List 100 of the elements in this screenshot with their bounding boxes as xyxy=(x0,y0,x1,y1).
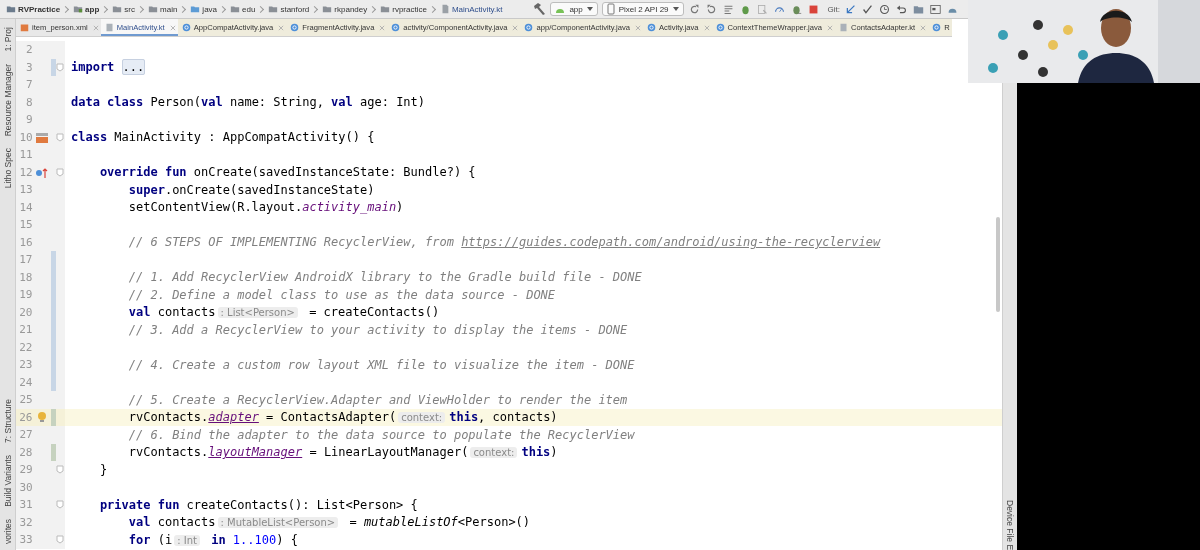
line-number: 24 xyxy=(18,375,33,389)
stop-icon[interactable] xyxy=(807,3,819,15)
close-icon[interactable] xyxy=(703,24,710,31)
folder-icon xyxy=(148,4,158,14)
code-line: rvContacts.adapter = ContactsAdapter( context: this, contacts) xyxy=(127,410,558,425)
breadcrumb-item[interactable]: stanford xyxy=(280,4,310,14)
line-number: 33 xyxy=(18,533,33,547)
window-icon[interactable] xyxy=(930,3,941,15)
code-line: class MainActivity : AppCompatActivity() { xyxy=(71,130,375,145)
folder-icon xyxy=(380,4,391,14)
code-line: private fun createContacts(): List<Person> { xyxy=(98,497,418,512)
clock-icon[interactable] xyxy=(879,3,890,15)
code-line: } xyxy=(98,462,108,477)
tool-window-button[interactable]: Build Variants xyxy=(2,455,13,507)
breadcrumb-item[interactable]: rvpractice xyxy=(392,4,427,14)
class-icon xyxy=(181,23,191,32)
tool-window-button[interactable]: Device File E xyxy=(1005,499,1015,550)
check-icon[interactable] xyxy=(862,3,873,15)
line-number: 15 xyxy=(18,218,33,232)
folder-icon xyxy=(230,4,241,14)
folder-icon[interactable] xyxy=(913,3,924,15)
close-icon[interactable] xyxy=(92,24,99,31)
scrollbar-thumb[interactable] xyxy=(996,217,1000,312)
line-number: 9 xyxy=(25,113,33,127)
tool-window-button[interactable]: Resource Manager xyxy=(2,63,13,136)
undo-icon[interactable] xyxy=(896,3,907,15)
line-number: 19 xyxy=(18,288,33,302)
bug-icon[interactable] xyxy=(739,3,751,15)
run-config-dropdown[interactable]: app xyxy=(550,2,598,16)
tool-window-button[interactable]: Litho Spec xyxy=(2,147,13,189)
line-number: 32 xyxy=(18,515,33,529)
close-icon[interactable] xyxy=(635,24,642,31)
breadcrumb-item[interactable]: edu xyxy=(242,4,256,14)
folder-icon xyxy=(73,4,84,14)
close-icon[interactable] xyxy=(169,24,176,31)
line-number: 8 xyxy=(25,95,33,109)
line-number: 17 xyxy=(18,253,33,267)
line-number: 16 xyxy=(18,235,33,249)
close-icon[interactable] xyxy=(512,24,519,31)
line-number: 22 xyxy=(18,340,33,354)
apply-changes-icon[interactable] xyxy=(705,3,717,15)
code-line: val contacts : MutableList<Person> = mutableListOf<Person>() xyxy=(127,515,531,530)
breadcrumb-item[interactable]: RVPractice xyxy=(18,4,61,14)
line-number: 11 xyxy=(18,148,33,162)
class-icon xyxy=(290,23,300,32)
close-icon[interactable] xyxy=(827,24,833,31)
line-number: 23 xyxy=(18,358,33,372)
class-icon xyxy=(932,23,942,32)
code-line: // 1. Add RecyclerView AndroidX library to the Gradle build file - DONE xyxy=(127,270,642,285)
code-line: import ... xyxy=(71,60,146,75)
tool-window-button[interactable]: 7: Structure xyxy=(2,399,13,444)
code-line: setContentView(R.layout.activity_main) xyxy=(127,200,404,215)
breadcrumb-item[interactable]: rkpandey xyxy=(334,4,368,14)
line-number: 25 xyxy=(18,393,33,407)
code-line: rvContacts.layoutManager = LinearLayoutManager( context: this) xyxy=(127,445,558,460)
tool-window-button[interactable]: vorites xyxy=(2,518,13,544)
line-number: 2 xyxy=(25,43,33,57)
close-icon[interactable] xyxy=(278,24,285,31)
caret-icon xyxy=(585,5,594,13)
kotlin-file-icon xyxy=(839,23,848,32)
line-number: 7 xyxy=(25,78,33,92)
git-label: Git: xyxy=(827,4,840,14)
code-line: super.onCreate(savedInstanceState) xyxy=(127,182,375,197)
code-line: // 5. Create a RecyclerView.Adapter and ViewHolder to render the item xyxy=(127,392,628,407)
line-number: 21 xyxy=(18,323,33,337)
breadcrumb-item[interactable]: MainActivity.kt xyxy=(451,4,503,14)
breadcrumb-item[interactable]: src xyxy=(124,4,135,14)
code-line: val contacts : List<Person> = createContacts() xyxy=(127,305,440,320)
breadcrumb-item[interactable]: java xyxy=(202,4,218,14)
line-number: 12 xyxy=(18,165,33,179)
line-number: 3 xyxy=(24,60,33,74)
line-number: 31 xyxy=(18,498,33,512)
folder-icon xyxy=(112,4,123,14)
close-icon[interactable] xyxy=(379,24,386,31)
breadcrumb-item[interactable]: app xyxy=(85,4,100,14)
list-icon[interactable] xyxy=(722,3,734,15)
folder-icon xyxy=(190,4,201,14)
device-dropdown[interactable]: Pixel 2 API 29 xyxy=(601,2,684,16)
code-line: for (i : Int in 1..100) { xyxy=(127,532,298,547)
line-number: 26 xyxy=(18,410,33,424)
line-number: 29 xyxy=(18,463,33,477)
code-line: override fun onCreate(savedInstanceState: Bundle?) { xyxy=(98,165,476,180)
close-icon[interactable] xyxy=(920,24,927,31)
link[interactable]: https://guides.codepath.com/android/using-the-recyclerview xyxy=(461,235,881,250)
update-arrow-icon[interactable] xyxy=(845,3,856,15)
folder-icon xyxy=(268,4,279,14)
folder-icon xyxy=(322,4,333,14)
bug-icon[interactable] xyxy=(790,3,802,15)
tool-window-button[interactable]: 1: Proj xyxy=(2,27,13,52)
code-line: // 6. Bind the adapter to the data source to populate the RecyclerView xyxy=(127,427,635,442)
rerun-icon[interactable] xyxy=(688,3,700,15)
breadcrumb-item[interactable]: main xyxy=(160,4,178,14)
code-line: // 6 STEPS OF IMPLEMENTING RecyclerView, from https://guides.codepath.com/android/using-the-recyclerview xyxy=(127,235,881,250)
code-line: // 2. Define a model class to use as the data source - DONE xyxy=(127,287,556,302)
code-line: // 4. Create a custom row layout XML file to visualize the item - DONE xyxy=(127,357,635,372)
folder-icon xyxy=(6,4,16,14)
line-number: 27 xyxy=(18,428,33,442)
attach-icon[interactable] xyxy=(756,3,768,15)
line-number: 13 xyxy=(18,183,33,197)
xml-file-icon xyxy=(20,23,29,32)
